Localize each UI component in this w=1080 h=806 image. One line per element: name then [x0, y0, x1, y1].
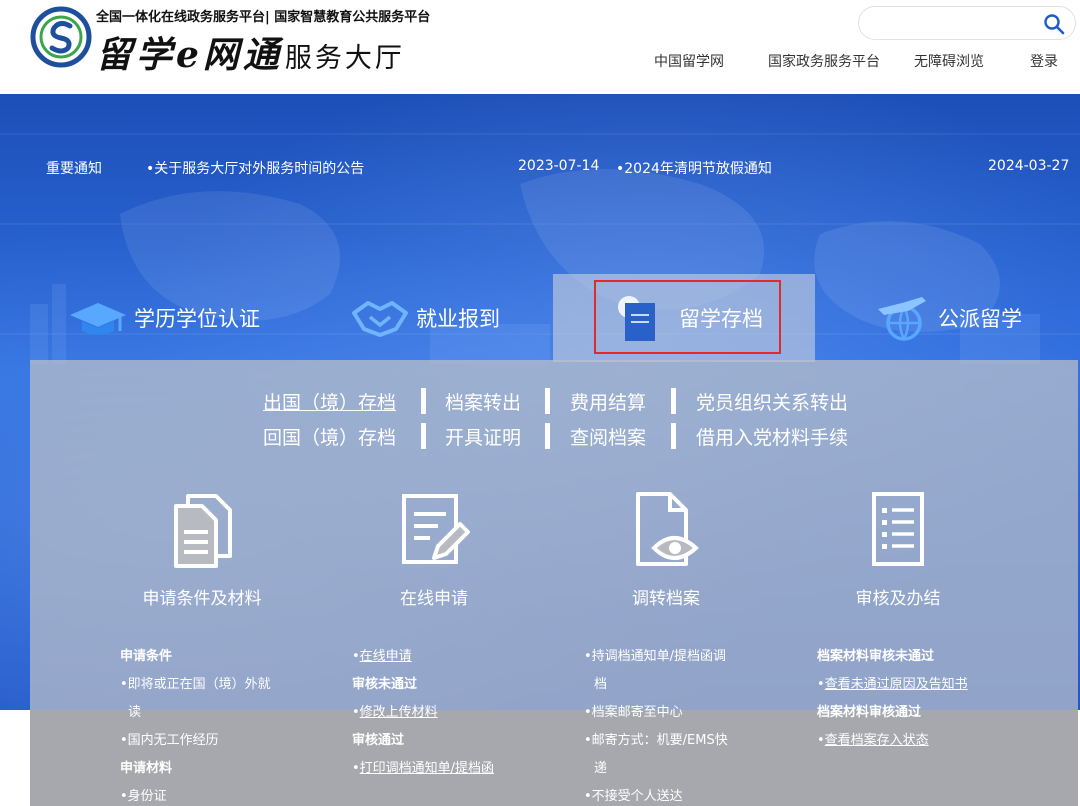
detail-item: •不接受个人送达 [584, 789, 683, 804]
detail-bullet: •打印调档通知单/提档函 [352, 761, 495, 776]
checklist-icon [872, 492, 924, 566]
detail-heading: 审核通过 [352, 733, 405, 748]
notice-date: 2023-07-14 [518, 158, 600, 174]
tab-government-funded-study[interactable]: 公派留学 [872, 274, 1052, 362]
detail-heading: 档案材料审核通过 [817, 705, 922, 720]
divider [421, 423, 426, 449]
notice-link-qingming-holiday[interactable]: •2024年清明节放假通知 [616, 158, 772, 178]
detail-item: 档 [594, 677, 608, 692]
detail-heading: 申请条件 [120, 649, 173, 664]
active-tab-highlight [594, 280, 781, 354]
step-label: 调转档案 [632, 589, 700, 609]
detail-item: •即将或正在国（境）外就 [120, 677, 271, 692]
detail-item: •邮寄方式：机要/EMS快 [584, 733, 728, 748]
sublink-issue-certificate[interactable]: 开具证明 [445, 423, 521, 450]
site-logo-icon [30, 6, 92, 68]
detail-heading: 审核未通过 [352, 677, 418, 692]
tab-employment-report[interactable]: 就业报到 [350, 274, 530, 362]
detail-heading: 档案材料审核未通过 [817, 649, 935, 664]
detail-bullet: •查看档案存入状态 [817, 733, 929, 748]
step-label: 审核及办结 [855, 589, 941, 609]
site-title[interactable]: 留学e网通服务大厅 [96, 26, 405, 78]
link-print-transfer-notice[interactable]: 打印调档通知单/提档函 [360, 761, 494, 776]
detail-item: •持调档通知单/提档函调 [584, 649, 727, 664]
detail-item: 读 [128, 705, 142, 720]
detail-bullet: •查看未通过原因及告知书 [817, 677, 968, 692]
search-input[interactable] [873, 13, 1033, 33]
nav-link-cscse[interactable]: 中国留学网 [654, 51, 724, 71]
detail-heading: 申请材料 [120, 761, 173, 776]
detail-item: •档案邮寄至中心 [584, 705, 683, 720]
documents-icon [174, 494, 232, 568]
search-box [858, 6, 1076, 40]
step-label: 申请条件及材料 [142, 589, 262, 609]
link-view-archive-status[interactable]: 查看档案存入状态 [825, 733, 929, 748]
search-icon[interactable] [1043, 13, 1065, 35]
tab-label: 学历学位认证 [134, 307, 260, 331]
detail-bullet: •在线申请 [352, 649, 412, 664]
detail-bullet: •修改上传材料 [352, 705, 438, 720]
nav-link-login[interactable]: 登录 [1030, 51, 1058, 71]
link-modify-upload[interactable]: 修改上传材料 [360, 705, 438, 720]
detail-item: •国内无工作经历 [120, 733, 219, 748]
graduation-cap-icon [70, 303, 126, 335]
site-title-brand: 留学e网通 [96, 34, 283, 76]
divider [671, 388, 676, 414]
nav-link-accessibility[interactable]: 无障碍浏览 [914, 51, 984, 71]
step-online-application[interactable]: 在线申请 [334, 490, 534, 609]
sublink-archive-transfer-out[interactable]: 档案转出 [445, 388, 521, 415]
form-edit-icon [402, 494, 470, 564]
step-conditions-materials[interactable]: 申请条件及材料 [102, 490, 302, 609]
notice-date: 2024-03-27 [988, 158, 1070, 174]
step-review-completion[interactable]: 审核及办结 [798, 490, 998, 609]
site-header: 全国一体化在线政务服务平台| 国家智慧教育公共服务平台 留学e网通服务大厅 中国… [0, 0, 1080, 94]
link-view-rejection-reason[interactable]: 查看未通过原因及告知书 [825, 677, 968, 692]
link-online-application[interactable]: 在线申请 [360, 649, 412, 664]
tab-label: 就业报到 [416, 307, 500, 331]
detail-item: •身份证 [120, 789, 167, 804]
detail-item: 递 [594, 761, 608, 776]
plane-globe-icon [878, 297, 926, 341]
file-view-icon [636, 492, 699, 566]
divider [671, 423, 676, 449]
handshake-icon [352, 301, 408, 337]
sublink-outbound-archive[interactable]: 出国（境）存档 [263, 388, 396, 415]
step-label: 在线申请 [400, 589, 468, 609]
tab-degree-verification[interactable]: 学历学位认证 [68, 274, 268, 362]
site-title-suffix: 服务大厅 [284, 43, 405, 74]
platform-tagline: 全国一体化在线政务服务平台| 国家智慧教育公共服务平台 [96, 10, 431, 25]
sublink-return-archive[interactable]: 回国（境）存档 [263, 423, 396, 450]
tab-label: 公派留学 [938, 307, 1022, 331]
notice-label: 重要通知 [46, 161, 102, 177]
sublink-fee-settlement[interactable]: 费用结算 [570, 388, 646, 415]
sublink-borrow-party-materials[interactable]: 借用入党材料手续 [696, 423, 848, 450]
sublink-view-archive[interactable]: 查阅档案 [570, 423, 646, 450]
sublink-party-relation-transfer[interactable]: 党员组织关系转出 [696, 388, 848, 415]
step-transfer-archive[interactable]: 调转档案 [566, 490, 766, 609]
notice-link-service-hours[interactable]: •关于服务大厅对外服务时间的公告 [146, 158, 364, 178]
divider [545, 388, 550, 414]
divider [545, 423, 550, 449]
nav-link-gov-service[interactable]: 国家政务服务平台 [768, 51, 880, 71]
divider [421, 388, 426, 414]
